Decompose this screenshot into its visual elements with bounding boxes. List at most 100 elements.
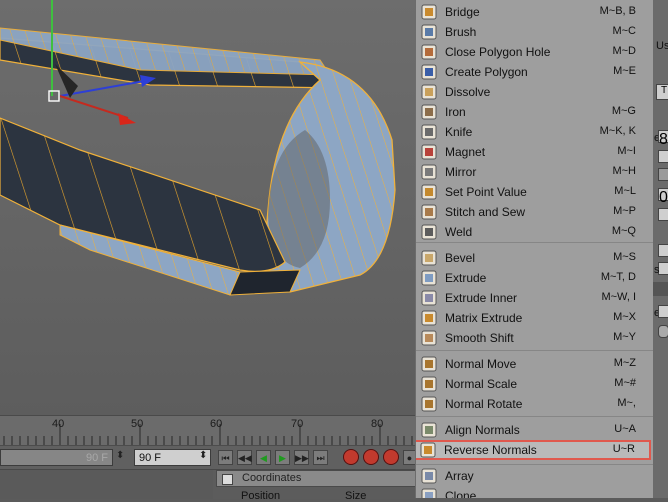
coordinates-checkbox[interactable]: [222, 474, 233, 485]
normal-move-icon: [421, 356, 437, 372]
menu-item-close-polygon-hole[interactable]: Close Polygon Hole M~D: [416, 42, 653, 62]
magnet-icon: [421, 144, 437, 160]
menu-item-label: Bridge: [445, 5, 480, 19]
bridge-icon: [421, 4, 437, 20]
tab-fragment[interactable]: T: [656, 84, 668, 100]
autokey-icon[interactable]: [363, 449, 379, 465]
go-to-end-icon[interactable]: ⏭: [313, 450, 328, 465]
panel-fragment: Us: [656, 40, 668, 52]
stepper-arrows-icon[interactable]: ⬍: [199, 450, 207, 461]
record-icon[interactable]: [343, 449, 359, 465]
field-fragment[interactable]: 0: [658, 188, 668, 206]
menu-item-label: Normal Move: [445, 357, 517, 371]
keyframe-selection-icon[interactable]: [383, 449, 399, 465]
menu-item-bevel[interactable]: Bevel M~S: [416, 248, 653, 268]
menu-item-dissolve[interactable]: Dissolve: [416, 82, 653, 102]
stitch-and-sew-icon: [421, 204, 437, 220]
go-to-start-icon[interactable]: ⏮: [218, 450, 233, 465]
menu-item-label: Brush: [445, 25, 477, 39]
menu-item-bridge[interactable]: Bridge M~B, B: [416, 2, 653, 22]
menu-item-shortcut: M~S: [613, 251, 636, 263]
field-fragment[interactable]: 8: [658, 130, 668, 148]
menu-item-shortcut: M~#: [614, 377, 636, 389]
extrude-inner-icon: [421, 290, 437, 306]
menu-item-mirror[interactable]: Mirror M~H: [416, 162, 653, 182]
checkbox-fragment[interactable]: [658, 244, 668, 257]
field-fragment[interactable]: [658, 150, 668, 163]
panel-fragment: s: [654, 264, 660, 276]
object-center-icon[interactable]: [48, 90, 60, 102]
next-key-icon[interactable]: ▶▶: [294, 450, 309, 465]
menu-item-matrix-extrude[interactable]: Matrix Extrude M~X: [416, 308, 653, 328]
timeline-ruler[interactable]: 40 50 60 70 80: [0, 415, 418, 446]
material-panel: [0, 470, 213, 499]
3d-viewport[interactable]: [0, 0, 418, 415]
menu-item-stitch-and-sew[interactable]: Stitch and Sew M~P: [416, 202, 653, 222]
menu-item-weld[interactable]: Weld M~Q: [416, 222, 653, 242]
extrude-icon: [421, 270, 437, 286]
matrix-extrude-icon: [421, 310, 437, 326]
menu-item-label: Array: [445, 469, 474, 483]
menu-item-label: Weld: [445, 225, 473, 239]
button-fragment[interactable]: [658, 325, 668, 338]
menu-item-label: Extrude Inner: [445, 291, 518, 305]
menu-item-normal-rotate[interactable]: Normal Rotate M~,: [416, 394, 653, 414]
menu-item-label: Clone: [445, 489, 477, 498]
end-frame-dim-field[interactable]: 90 F: [0, 449, 113, 466]
menu-item-label: Iron: [445, 105, 466, 119]
tick-label: 50: [131, 418, 144, 430]
menu-item-shortcut: M~P: [613, 205, 636, 217]
menu-item-extrude-inner[interactable]: Extrude Inner M~W, I: [416, 288, 653, 308]
menu-item-array[interactable]: Array: [416, 466, 653, 486]
menu-item-shortcut: M~K, K: [599, 125, 636, 137]
menu-item-knife[interactable]: Knife M~K, K: [416, 122, 653, 142]
attribute-manager-edge: Us T e 8 0 s e: [652, 0, 668, 498]
checkbox-fragment[interactable]: [658, 305, 668, 318]
menu-divider: [416, 464, 653, 465]
iron-icon: [421, 104, 437, 120]
stepper-arrows-icon[interactable]: ⬍: [116, 450, 124, 461]
menu-item-set-point-value[interactable]: Set Point Value M~L: [416, 182, 653, 202]
menu-item-create-polygon[interactable]: Create Polygon M~E: [416, 62, 653, 82]
menu-item-label: Set Point Value: [445, 185, 527, 199]
menu-item-label: Magnet: [445, 145, 486, 159]
menu-item-shortcut: M~E: [613, 65, 636, 77]
menu-item-normal-scale[interactable]: Normal Scale M~#: [416, 374, 653, 394]
play-forward-icon[interactable]: ▶: [275, 450, 290, 465]
menu-divider: [416, 350, 653, 351]
previous-key-icon[interactable]: ◀◀: [237, 450, 252, 465]
menu-item-label: Align Normals: [445, 423, 520, 437]
menu-item-shortcut: M~D: [612, 45, 636, 57]
menu-item-label: Mirror: [445, 165, 477, 179]
menu-item-magnet[interactable]: Magnet M~I: [416, 142, 653, 162]
attribute-panel: Coordinates Position Size: [0, 469, 418, 502]
menu-item-label: Matrix Extrude: [445, 311, 523, 325]
brush-icon: [421, 24, 437, 40]
menu-divider: [416, 242, 653, 243]
tread-model: [0, 0, 396, 296]
menu-item-iron[interactable]: Iron M~G: [416, 102, 653, 122]
menu-item-brush[interactable]: Brush M~C: [416, 22, 653, 42]
field-fragment[interactable]: [658, 168, 668, 181]
menu-item-reverse-normals[interactable]: Reverse Normals U~R: [416, 440, 651, 460]
menu-item-smooth-shift[interactable]: Smooth Shift M~Y: [416, 328, 653, 348]
menu-item-shortcut: M~Q: [611, 225, 636, 237]
knife-icon: [421, 124, 437, 140]
weld-icon: [421, 224, 437, 240]
dissolve-icon: [421, 84, 437, 100]
menu-item-shortcut: M~T, D: [600, 271, 636, 283]
menu-item-label: Knife: [445, 125, 473, 139]
normal-scale-icon: [421, 376, 437, 392]
play-backward-icon[interactable]: ◀: [256, 450, 271, 465]
menu-item-label: Smooth Shift: [445, 331, 514, 345]
menu-item-label: Reverse Normals: [444, 443, 537, 457]
menu-item-extrude[interactable]: Extrude M~T, D: [416, 268, 653, 288]
menu-item-clone[interactable]: Clone: [416, 486, 653, 498]
checkbox-fragment[interactable]: [658, 208, 668, 221]
tab-coordinates[interactable]: Coordinates: [216, 470, 418, 487]
transport-bar: 90 F ⬍ 90 F ⬍ ⏮ ◀◀ ◀ ▶ ▶▶ ⏭ ●: [0, 445, 418, 470]
tick-label: 70: [291, 418, 304, 430]
array-icon: [421, 468, 437, 484]
menu-item-normal-move[interactable]: Normal Move M~Z: [416, 354, 653, 374]
menu-item-align-normals[interactable]: Align Normals U~A: [416, 420, 653, 440]
